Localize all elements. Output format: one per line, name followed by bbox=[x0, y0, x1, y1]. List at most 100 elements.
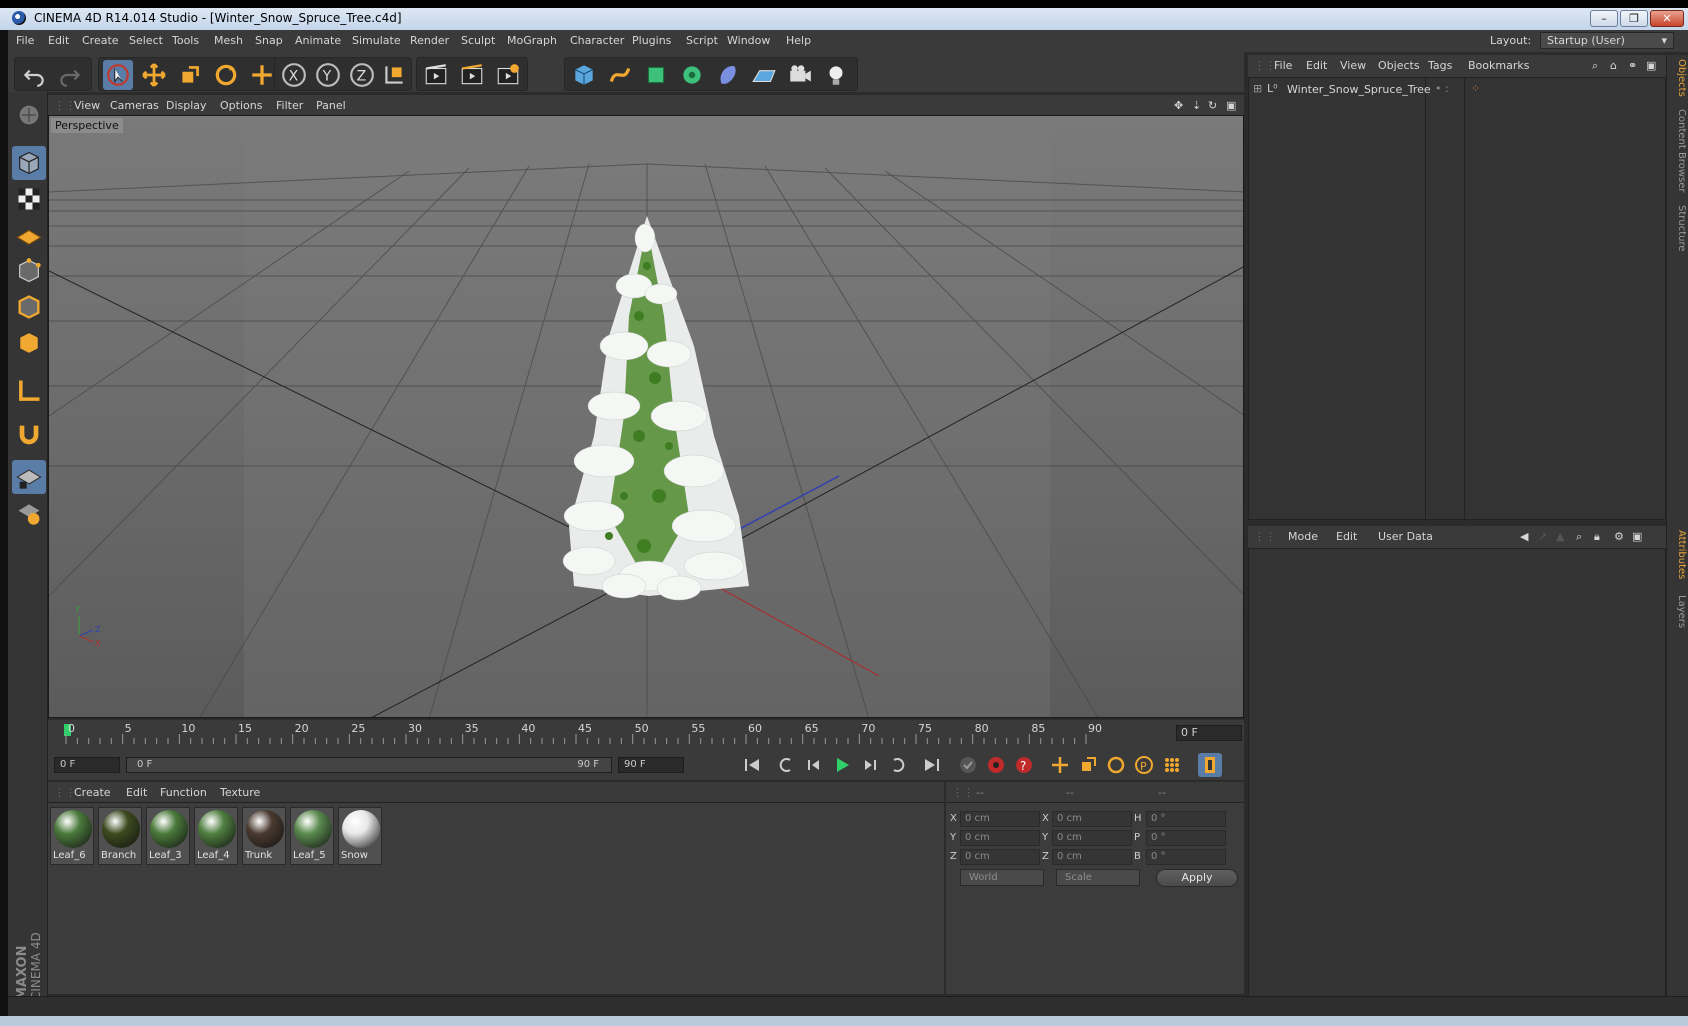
cube-icon[interactable] bbox=[569, 60, 599, 90]
objects-menu-file[interactable]: File bbox=[1274, 59, 1292, 72]
viewport-menu-view[interactable]: View bbox=[74, 99, 100, 112]
menu-snap[interactable]: Snap bbox=[255, 34, 283, 47]
menu-select[interactable]: Select bbox=[129, 34, 163, 47]
render-settings-icon[interactable] bbox=[493, 60, 523, 90]
material-menu-function[interactable]: Function bbox=[160, 786, 207, 799]
viewport-rotate-icon[interactable]: ↻ bbox=[1208, 99, 1217, 112]
objects-menu-edit[interactable]: Edit bbox=[1306, 59, 1327, 72]
play-icon[interactable] bbox=[830, 753, 854, 777]
expand-icon[interactable]: ⊞ bbox=[1253, 82, 1262, 95]
menu-file[interactable]: File bbox=[16, 34, 34, 47]
objects-menu-bookmarks[interactable]: Bookmarks bbox=[1468, 59, 1529, 72]
menu-help[interactable]: Help bbox=[786, 34, 811, 47]
viewport-menu-filter[interactable]: Filter bbox=[276, 99, 303, 112]
array-icon[interactable] bbox=[677, 60, 707, 90]
texture-mode-icon[interactable] bbox=[12, 182, 46, 216]
menu-tools[interactable]: Tools bbox=[172, 34, 199, 47]
y-axis-icon[interactable]: Y bbox=[313, 60, 343, 90]
position-y-field[interactable]: 0 cm bbox=[960, 830, 1040, 846]
key-parameter-icon[interactable]: P bbox=[1132, 753, 1156, 777]
material-swatch[interactable]: Leaf_4 bbox=[194, 807, 238, 865]
apply-button[interactable]: Apply bbox=[1156, 869, 1238, 887]
viewport-menu-display[interactable]: Display bbox=[166, 99, 207, 112]
material-swatch[interactable]: Snow bbox=[338, 807, 382, 865]
forward-arrow-icon[interactable]: ▲ bbox=[1556, 530, 1564, 543]
workplane-icon[interactable] bbox=[12, 218, 46, 252]
camera-icon[interactable] bbox=[785, 60, 815, 90]
position-z-field[interactable]: 0 cm bbox=[960, 849, 1040, 865]
close-button[interactable]: ✕ bbox=[1650, 10, 1684, 27]
edges-mode-icon[interactable] bbox=[12, 290, 46, 324]
timeline-layout-icon[interactable] bbox=[1198, 753, 1222, 777]
nurbs-icon[interactable] bbox=[641, 60, 671, 90]
light-icon[interactable] bbox=[821, 60, 851, 90]
deformer-icon[interactable] bbox=[713, 60, 743, 90]
start-frame-field[interactable]: 0 F bbox=[54, 757, 120, 773]
goto-next-key-icon[interactable] bbox=[886, 753, 910, 777]
new-panel-icon[interactable]: ▣ bbox=[1646, 59, 1656, 72]
size-y-field[interactable]: 0 cm bbox=[1052, 830, 1132, 846]
viewport-maximize-icon[interactable]: ▣ bbox=[1226, 99, 1236, 112]
key-scale-icon[interactable] bbox=[1076, 753, 1100, 777]
menu-edit[interactable]: Edit bbox=[48, 34, 69, 47]
viewport-menu-panel[interactable]: Panel bbox=[316, 99, 346, 112]
material-swatch[interactable]: Branch bbox=[98, 807, 142, 865]
viewport-zoom-icon[interactable]: ⇣ bbox=[1192, 99, 1201, 112]
render-picture-viewer-icon[interactable] bbox=[457, 60, 487, 90]
attributes-menu-edit[interactable]: Edit bbox=[1336, 530, 1357, 543]
make-editable-icon[interactable] bbox=[12, 98, 46, 132]
x-axis-icon[interactable]: X bbox=[279, 60, 309, 90]
tab-layers[interactable]: Layers bbox=[1669, 595, 1687, 628]
attributes-menu-user-data[interactable]: User Data bbox=[1378, 530, 1433, 543]
rotation-h-field[interactable]: 0 ° bbox=[1146, 811, 1226, 827]
settings-icon[interactable]: ⚙︎ bbox=[1614, 530, 1624, 543]
back-arrow-icon[interactable]: ◀ bbox=[1520, 530, 1528, 543]
material-swatch[interactable]: Leaf_6 bbox=[50, 807, 94, 865]
menu-window[interactable]: Window bbox=[727, 34, 770, 47]
rotation-p-field[interactable]: 0 ° bbox=[1146, 830, 1226, 846]
goto-start-icon[interactable] bbox=[740, 753, 764, 777]
render-view-icon[interactable] bbox=[421, 60, 451, 90]
search-icon[interactable]: ⌕ bbox=[1576, 530, 1582, 544]
object-row[interactable]: ⊞ L⁰ Winter_Snow_Spruce_Tree • : ⁘ bbox=[1253, 82, 1653, 98]
menu-mesh[interactable]: Mesh bbox=[214, 34, 243, 47]
move-icon[interactable] bbox=[139, 60, 169, 90]
objects-menu-tags[interactable]: Tags bbox=[1428, 59, 1452, 72]
material-swatch[interactable]: Trunk bbox=[242, 807, 286, 865]
points-mode-icon[interactable] bbox=[12, 254, 46, 288]
key-rotation-icon[interactable] bbox=[1104, 753, 1128, 777]
search-icon[interactable]: ⌕ bbox=[1592, 59, 1598, 73]
menu-animate[interactable]: Animate bbox=[295, 34, 341, 47]
new-panel-icon[interactable]: ▣ bbox=[1632, 530, 1642, 543]
end-frame-field[interactable]: 90 F bbox=[618, 757, 684, 773]
coordinate-system-icon[interactable] bbox=[379, 60, 409, 90]
model-mode-icon[interactable] bbox=[12, 146, 46, 180]
menu-plugins[interactable]: Plugins bbox=[632, 34, 671, 47]
menu-script[interactable]: Script bbox=[686, 34, 718, 47]
material-menu-edit[interactable]: Edit bbox=[126, 786, 147, 799]
help-icon[interactable]: ? bbox=[1012, 753, 1036, 777]
timeline-ruler[interactable]: 0 5 10 15 20 25 30 35 40 45 50 55 60 65 70 75 80 85 90 0 F bbox=[48, 720, 1244, 750]
tab-objects[interactable]: Objects bbox=[1669, 59, 1687, 97]
z-axis-icon[interactable]: Z bbox=[347, 60, 377, 90]
live-selection-icon[interactable] bbox=[103, 60, 133, 90]
objects-menu-view[interactable]: View bbox=[1340, 59, 1366, 72]
restore-button[interactable]: ❐ bbox=[1620, 10, 1648, 27]
layout-select[interactable]: Startup (User) ▾ bbox=[1540, 32, 1674, 49]
material-swatch[interactable]: Leaf_3 bbox=[146, 807, 190, 865]
perspective-viewport[interactable]: Perspective Y Z X bbox=[48, 115, 1244, 718]
floor-icon[interactable] bbox=[749, 60, 779, 90]
polygons-mode-icon[interactable] bbox=[12, 326, 46, 360]
minimize-button[interactable]: – bbox=[1590, 10, 1618, 27]
key-pla-icon[interactable] bbox=[1160, 753, 1184, 777]
material-menu-texture[interactable]: Texture bbox=[220, 786, 260, 799]
menu-character[interactable]: Character bbox=[570, 34, 624, 47]
rotation-b-field[interactable]: 0 ° bbox=[1146, 849, 1226, 865]
position-x-field[interactable]: 0 cm bbox=[960, 811, 1040, 827]
snap-settings-icon[interactable] bbox=[12, 496, 46, 530]
viewport-pan-icon[interactable]: ✥ bbox=[1174, 99, 1183, 112]
next-frame-icon[interactable] bbox=[858, 753, 882, 777]
autokey-icon[interactable] bbox=[984, 753, 1008, 777]
visibility-dots-icon[interactable]: • : bbox=[1435, 82, 1449, 95]
up-arrow-icon[interactable]: ↗ bbox=[1538, 530, 1547, 543]
